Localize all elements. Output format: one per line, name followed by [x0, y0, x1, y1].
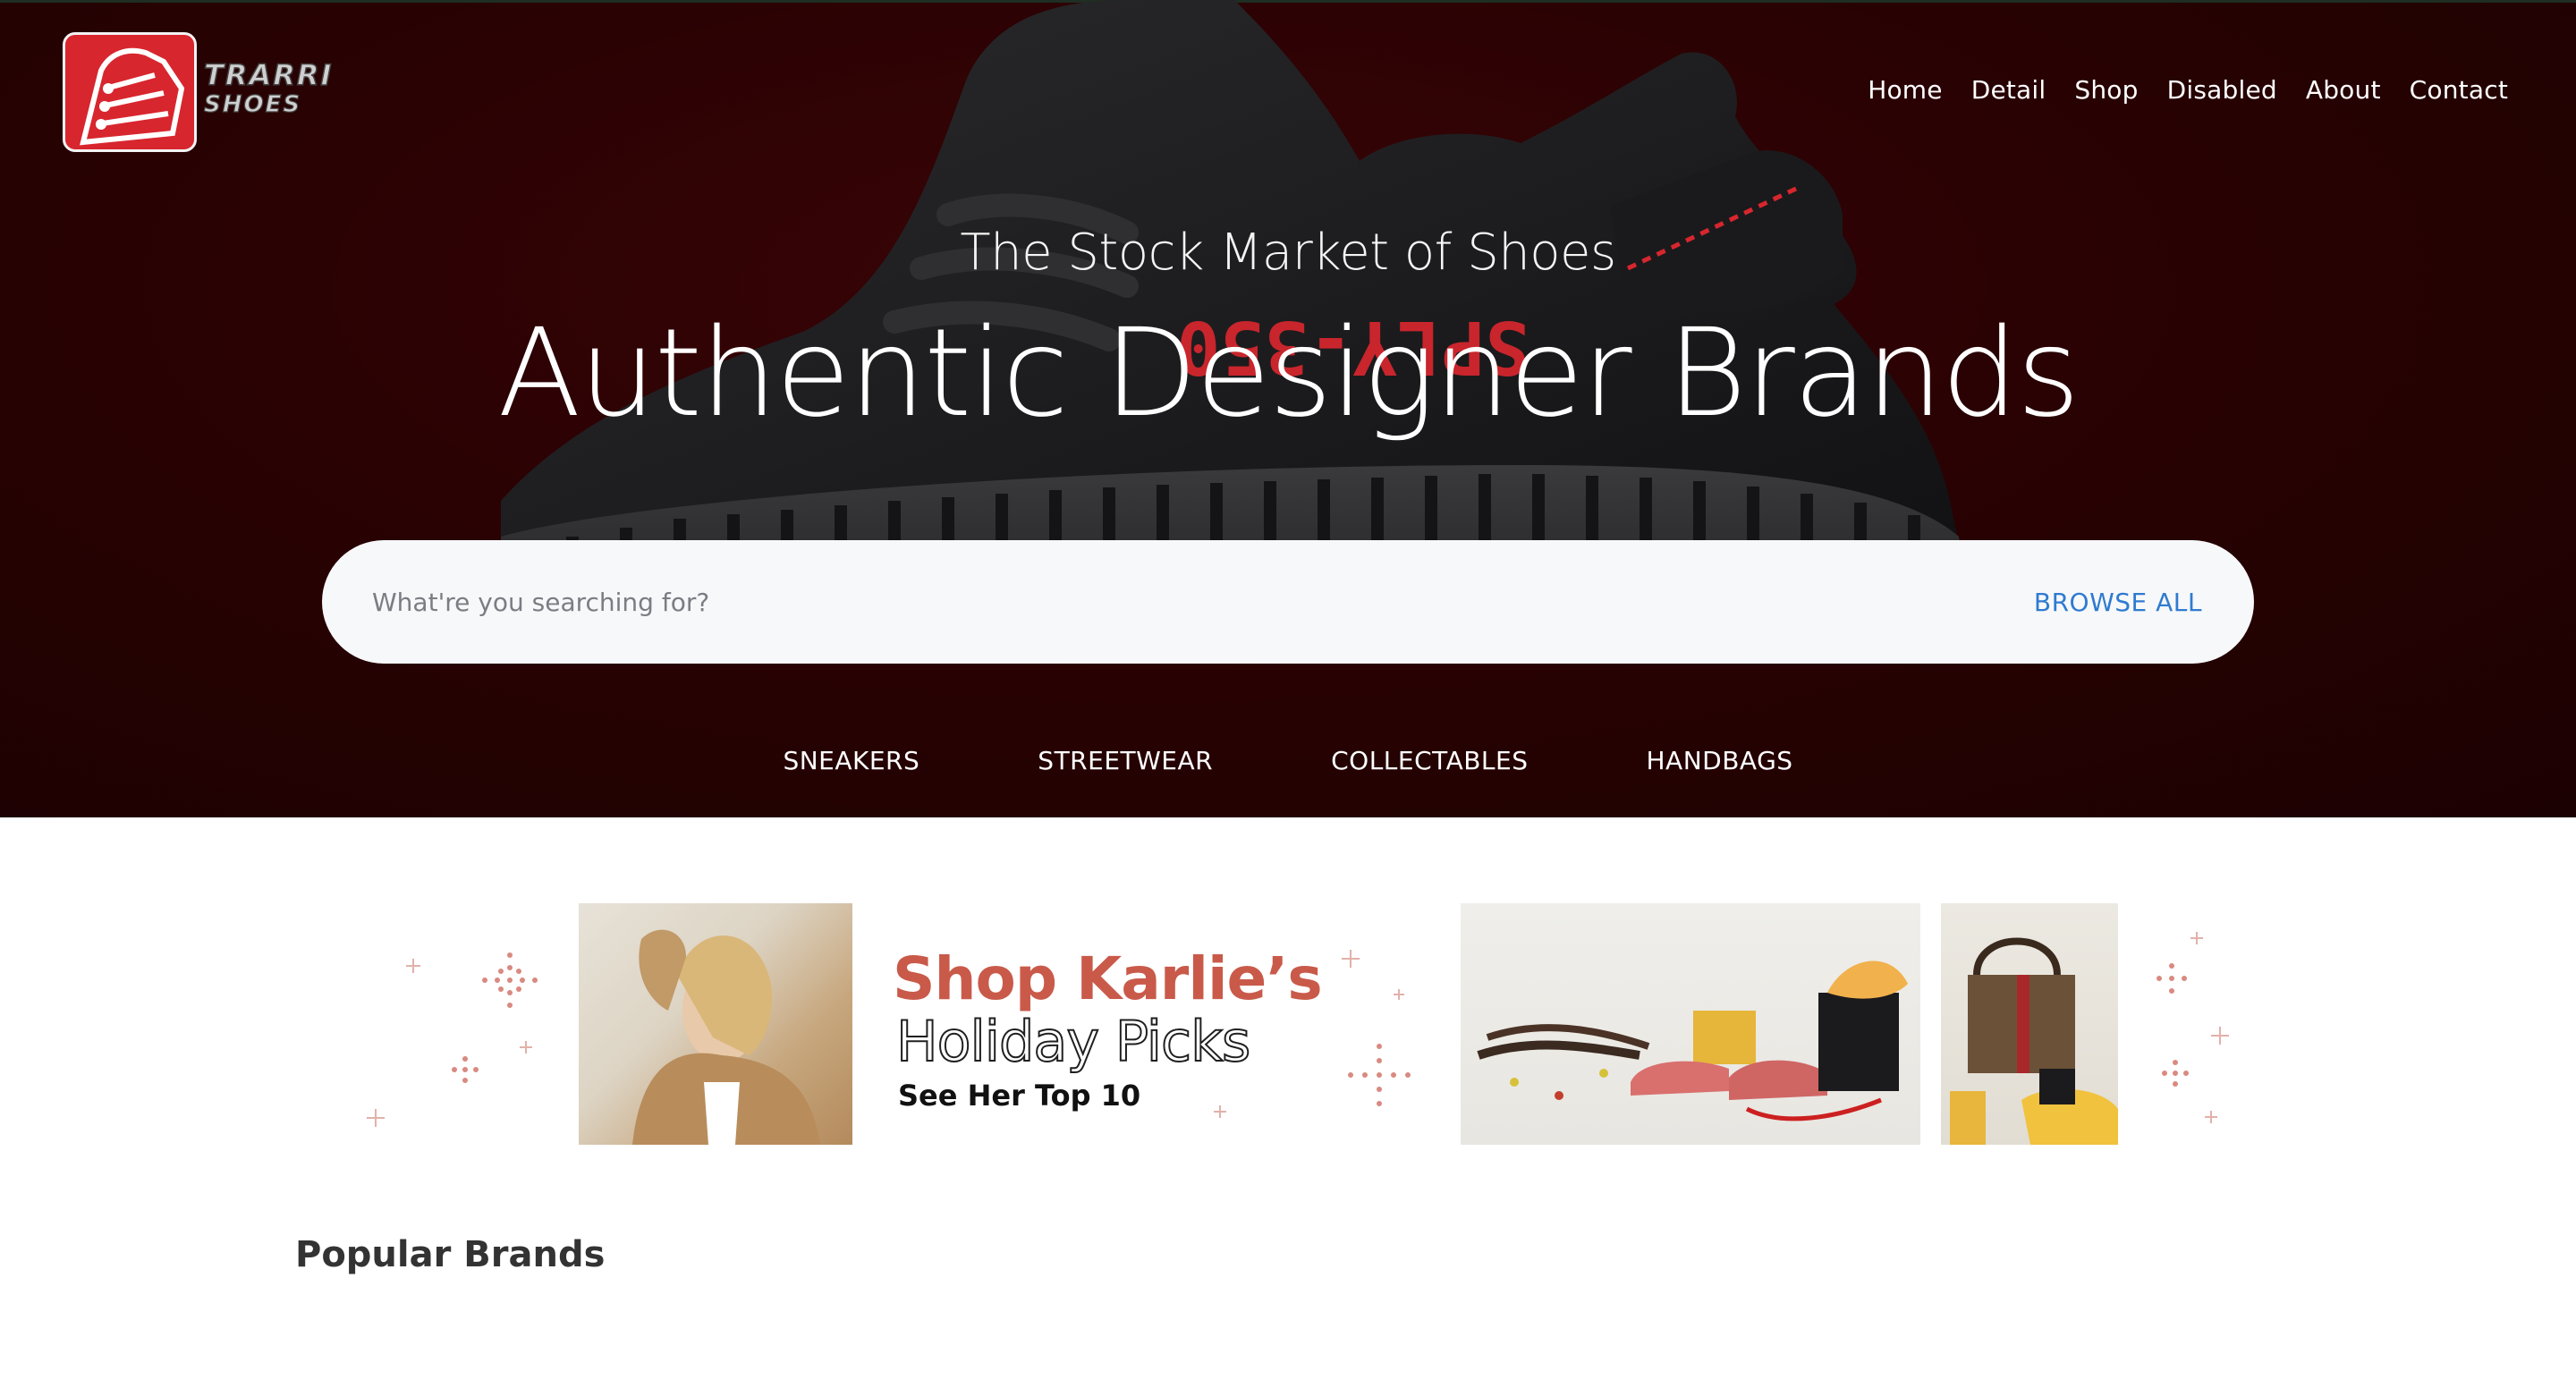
search-input[interactable] [372, 587, 2034, 617]
main-nav: Home Detail Shop Disabled About Contact [1868, 75, 2508, 105]
popular-brands-heading: Popular Brands [295, 1234, 606, 1275]
category-handbags[interactable]: HANDBAGS [1647, 746, 1793, 775]
search-bar: BROWSE ALL [322, 540, 2254, 664]
hero-banner: SPLY-350 TRARRI SHOES Home Detail Shop D… [0, 0, 2576, 817]
category-streetwear[interactable]: STREETWEAR [1038, 746, 1213, 775]
holiday-promo-banner[interactable]: Shop Karlie’s Holiday Picks See Her Top … [358, 900, 2236, 1147]
logo-wordmark: TRARRI [203, 58, 334, 92]
nav-about[interactable]: About [2306, 75, 2381, 105]
promo-subtitle: Holiday Picks [895, 1008, 1251, 1075]
nav-detail[interactable]: Detail [1971, 75, 2046, 105]
browse-all-link[interactable]: BROWSE ALL [2034, 588, 2202, 617]
promo-handbag-image [1941, 903, 2118, 1145]
nav-disabled[interactable]: Disabled [2167, 75, 2277, 105]
nav-shop[interactable]: Shop [2074, 75, 2138, 105]
hero-headline: Authentic Designer Brands [497, 303, 2080, 444]
promo-model-image [579, 903, 852, 1145]
category-sneakers[interactable]: SNEAKERS [783, 746, 919, 775]
nav-home[interactable]: Home [1868, 75, 1943, 105]
shoe-logo-icon [63, 32, 197, 152]
logo-subtext: SHOES [203, 90, 302, 118]
category-nav: SNEAKERS STREETWEAR COLLECTABLES HANDBAG… [0, 746, 2576, 775]
promo-title: Shop Karlie’s [893, 944, 1323, 1013]
promo-cta-link[interactable]: See Her Top 10 [898, 1079, 1140, 1113]
promo-products-image [1461, 903, 1920, 1145]
category-collectables[interactable]: COLLECTABLES [1331, 746, 1528, 775]
hero-tagline: The Stock Market of Shoes [960, 224, 1616, 282]
nav-contact[interactable]: Contact [2410, 75, 2508, 105]
site-logo[interactable]: TRARRI SHOES [63, 32, 385, 154]
